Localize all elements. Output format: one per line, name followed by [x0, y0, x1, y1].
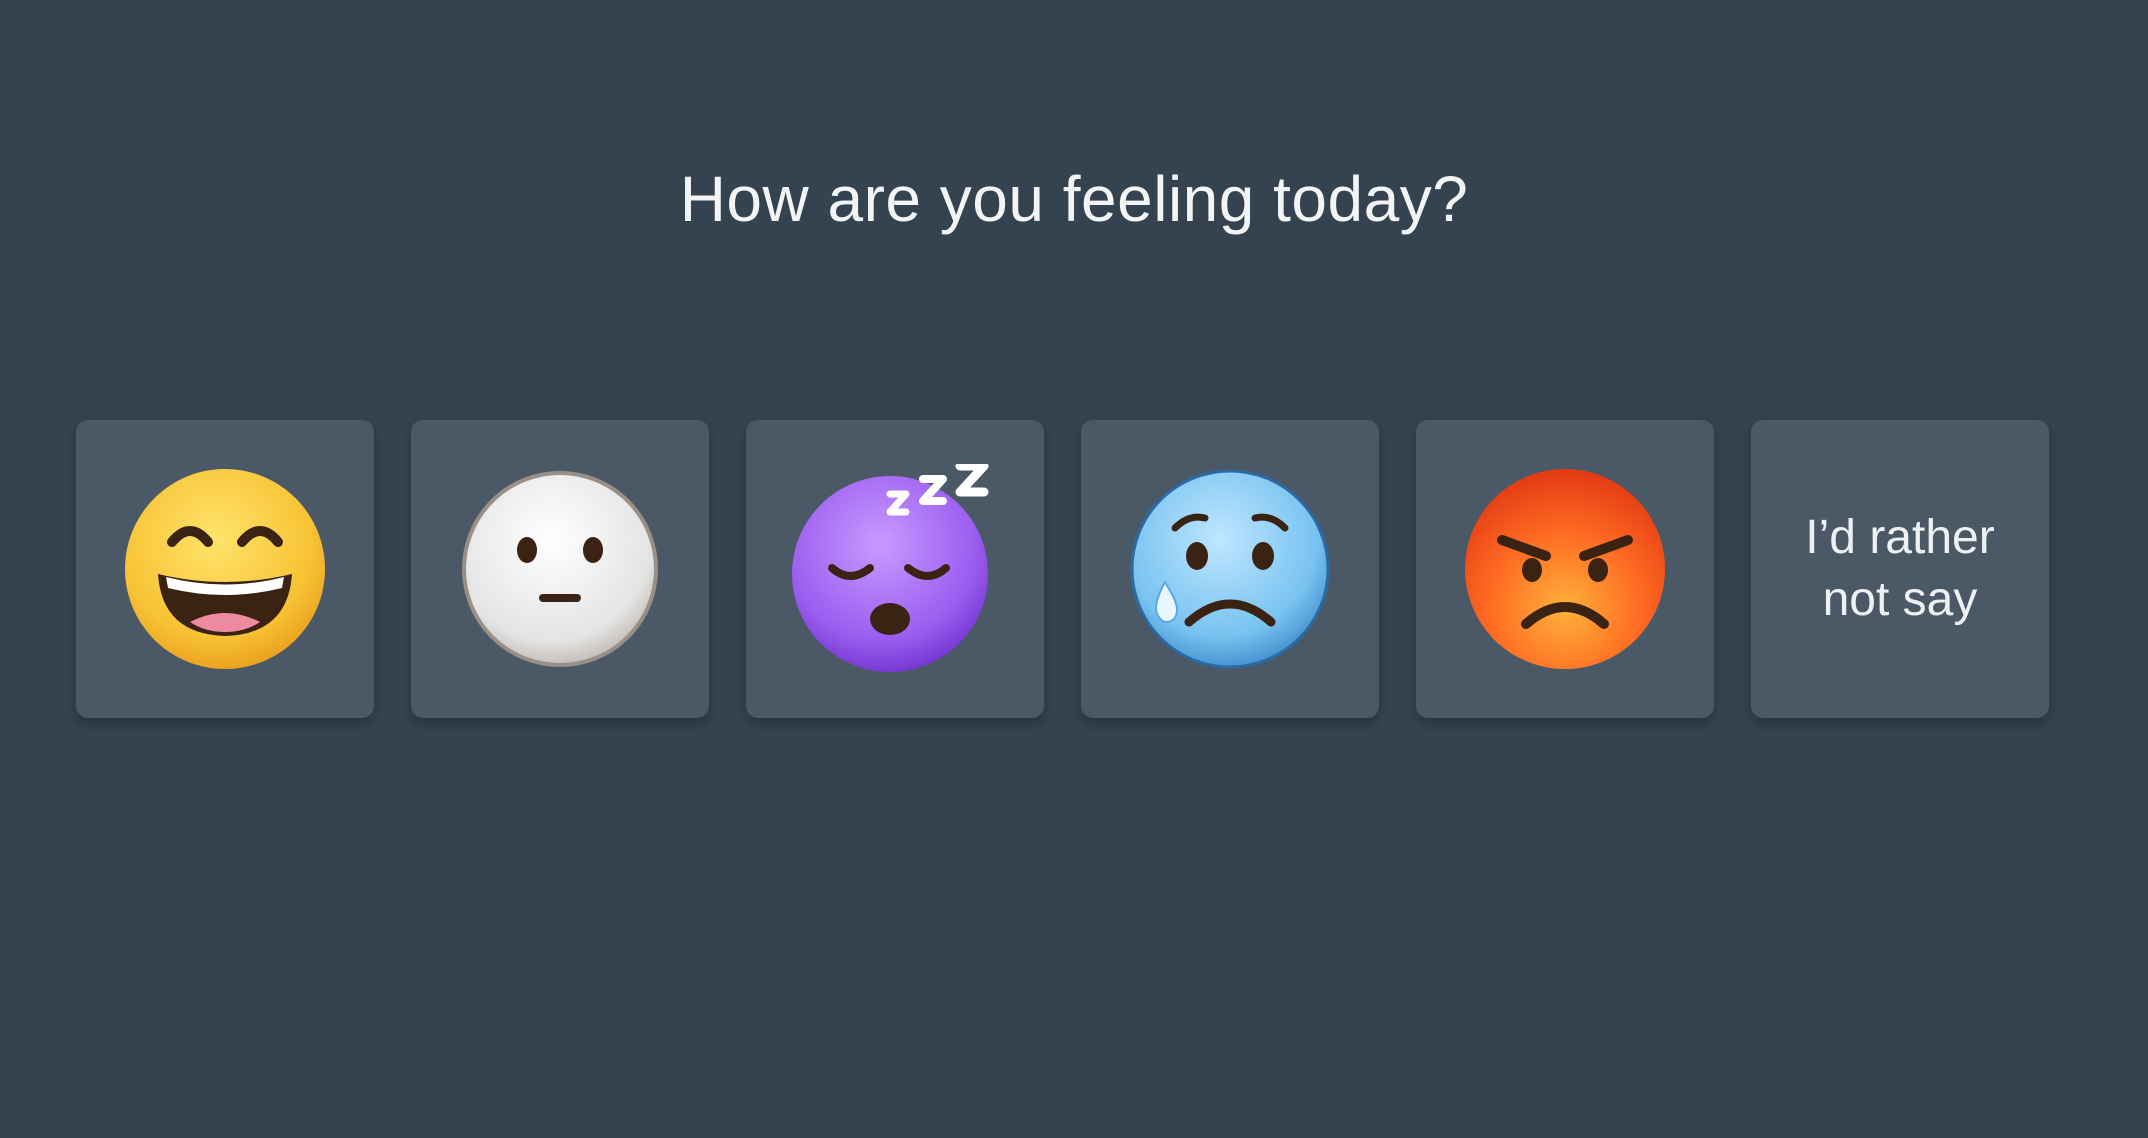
angry-face-icon [1465, 469, 1665, 669]
grinning-face-icon [125, 469, 325, 669]
option-label: I’d rather not say [1805, 511, 1995, 626]
mood-picker-page: How are you feeling today? I’d rather no… [0, 0, 2148, 1138]
mood-option-rather-not-say[interactable]: I’d rather not say [1751, 420, 2049, 718]
sleepy-face-icon [792, 464, 989, 672]
mood-option-neutral[interactable] [411, 420, 709, 718]
mood-option-sleepy[interactable] [746, 420, 1044, 718]
neutral-face-icon [462, 471, 658, 667]
mood-option-angry[interactable] [1416, 420, 1714, 718]
mood-option-sad[interactable] [1081, 420, 1379, 718]
mood-option-happy[interactable] [76, 420, 374, 718]
sad-tear-face-icon [1130, 469, 1330, 669]
page-title: How are you feeling today? [679, 163, 1469, 235]
mood-options: I’d rather not say [76, 420, 2049, 718]
